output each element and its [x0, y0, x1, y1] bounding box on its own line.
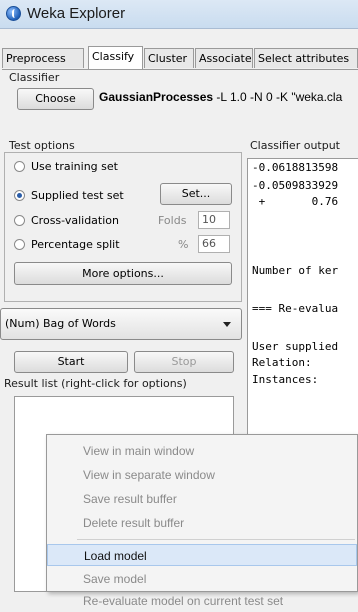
menu-load-model[interactable]: Load model — [47, 544, 357, 566]
radio-selected-icon[interactable] — [14, 190, 25, 201]
chevron-down-icon — [223, 322, 231, 327]
window-title: Weka Explorer — [27, 5, 126, 22]
tab-preprocess[interactable]: Preprocess — [2, 48, 84, 68]
output-line: Relation: — [252, 356, 312, 369]
output-line: === Re-evalua — [252, 302, 339, 315]
radio-label: Cross-validation — [31, 214, 119, 227]
radio-use-training-set[interactable]: Use training set — [14, 160, 118, 173]
radio-percentage-split[interactable]: Percentage split — [14, 238, 120, 251]
percent-label: % — [178, 238, 189, 251]
tab-classify[interactable]: Classify — [88, 46, 143, 69]
menu-save-result-buffer[interactable]: Save result buffer — [47, 488, 357, 510]
title-bar: Weka Explorer — [0, 0, 358, 29]
target-attribute-dropdown[interactable]: (Num) Bag of Words — [0, 308, 242, 340]
radio-icon[interactable] — [14, 215, 25, 226]
classifier-spec[interactable]: GaussianProcesses -L 1.0 -N 0 -K "weka.c… — [99, 90, 342, 104]
menu-view-main-window[interactable]: View in main window — [47, 440, 357, 462]
output-line: -0.0618813598 — [252, 161, 339, 174]
output-line: Instances: — [252, 373, 319, 386]
result-list-label: Result list (right-click for options) — [4, 377, 187, 390]
start-button[interactable]: Start — [14, 351, 128, 373]
more-options-button[interactable]: More options... — [14, 262, 232, 285]
tab-bar: Preprocess Classify Cluster Associate Se… — [2, 46, 358, 70]
stop-button[interactable]: Stop — [134, 351, 234, 373]
output-line: -0.0509833929 — [252, 179, 339, 192]
classifier-output-label: Classifier output — [250, 139, 340, 152]
menu-save-model[interactable]: Save model — [47, 568, 357, 590]
result-context-menu: View in main window View in separate win… — [46, 434, 358, 608]
output-line: + 0.76 — [252, 195, 339, 208]
radio-icon[interactable] — [14, 161, 25, 172]
output-line: User supplied — [252, 340, 339, 353]
radio-cross-validation[interactable]: Cross-validation — [14, 214, 119, 227]
radio-label: Supplied test set — [31, 189, 124, 202]
tab-cluster[interactable]: Cluster — [144, 48, 194, 68]
radio-label: Use training set — [31, 160, 118, 173]
output-line: Number of ker — [252, 264, 339, 277]
menu-separator — [77, 539, 355, 540]
weka-app-icon — [6, 6, 21, 21]
tab-associate[interactable]: Associate — [195, 48, 253, 68]
menu-view-separate-window[interactable]: View in separate window — [47, 464, 357, 486]
percent-input[interactable]: 66 — [198, 235, 230, 253]
classifier-group-label: Classifier — [9, 71, 60, 84]
test-options-label: Test options — [9, 139, 75, 152]
set-test-set-button[interactable]: Set... — [160, 183, 232, 205]
tab-select-attributes[interactable]: Select attributes — [254, 48, 358, 68]
menu-delete-result-buffer[interactable]: Delete result buffer — [47, 512, 357, 534]
classifier-name: GaussianProcesses — [99, 90, 214, 104]
target-attribute-value: (Num) Bag of Words — [5, 317, 116, 330]
classifier-args: -L 1.0 -N 0 -K "weka.cla — [213, 90, 343, 104]
tab-divider — [2, 69, 358, 70]
folds-input[interactable]: 10 — [198, 211, 230, 229]
radio-supplied-test-set[interactable]: Supplied test set — [14, 189, 124, 202]
folds-label: Folds — [158, 214, 187, 227]
menu-reevaluate-model[interactable]: Re-evaluate model on current test set — [47, 590, 357, 612]
radio-label: Percentage split — [31, 238, 120, 251]
radio-icon[interactable] — [14, 239, 25, 250]
choose-classifier-button[interactable]: Choose — [17, 88, 94, 110]
